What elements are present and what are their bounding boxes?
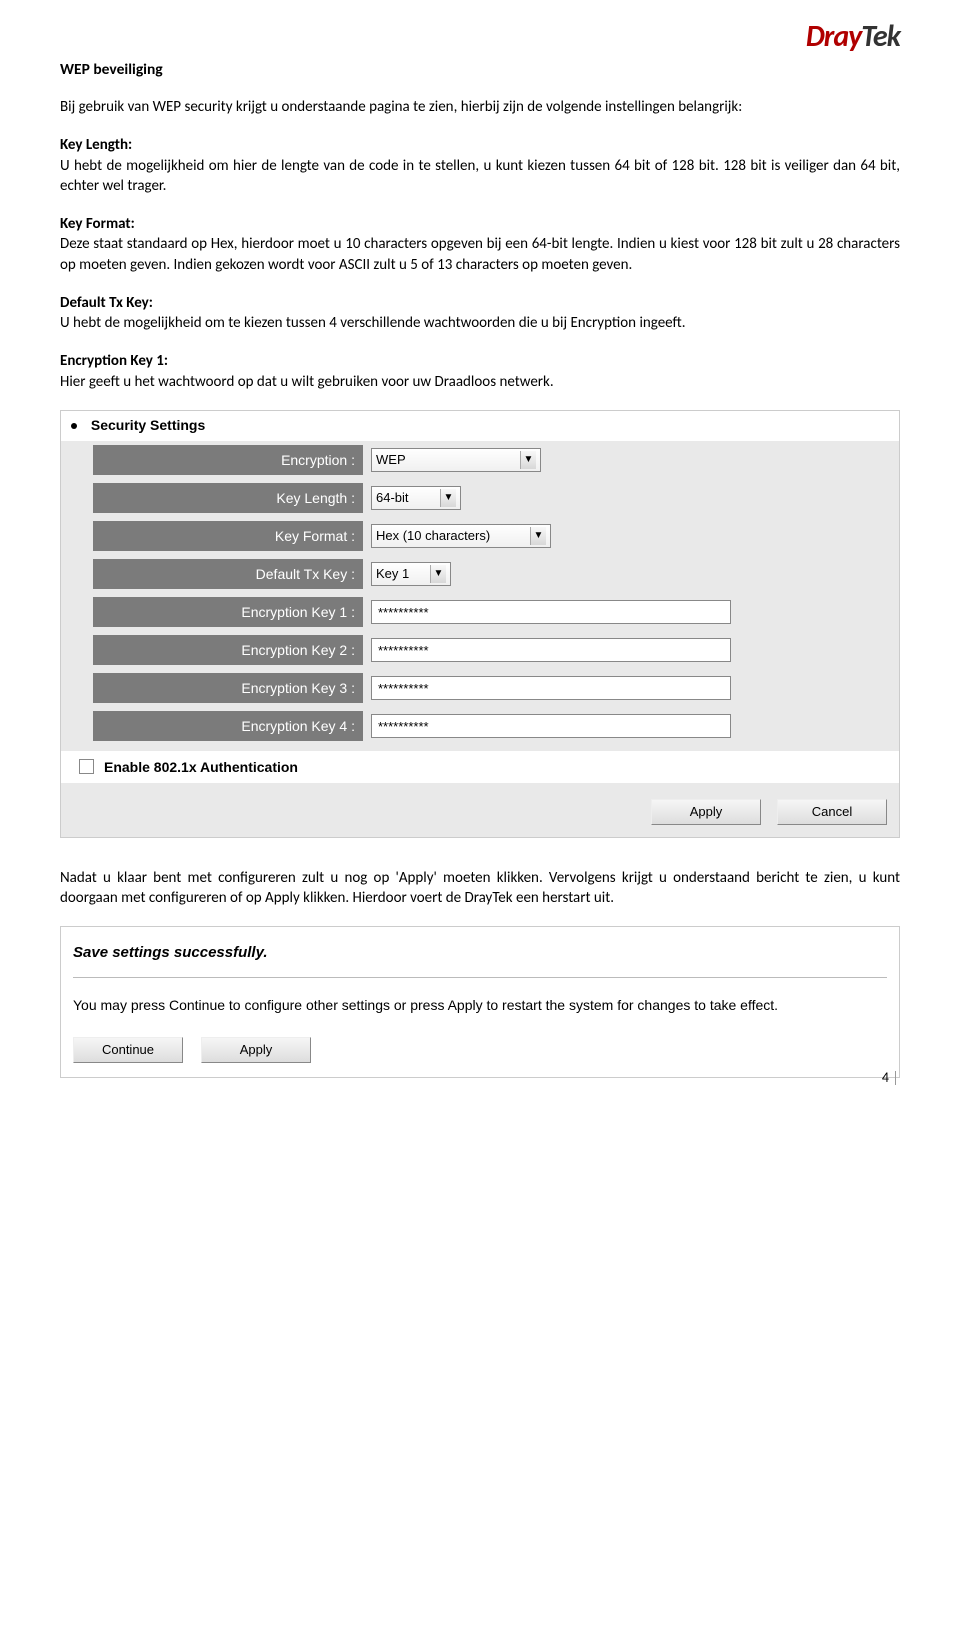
chevron-down-icon: ▼ xyxy=(520,451,536,469)
row-key-format: Key Format : Hex (10 characters) ▼ xyxy=(61,517,899,555)
select-default-tx-value: Key 1 xyxy=(376,566,409,581)
select-key-format[interactable]: Hex (10 characters) ▼ xyxy=(371,524,551,548)
label-enable-8021x: Enable 802.1x Authentication xyxy=(104,759,298,775)
save-button-row: Continue Apply xyxy=(73,1037,887,1063)
security-settings-header: Security Settings xyxy=(61,411,899,441)
row-enable-8021x: Enable 802.1x Authentication xyxy=(61,751,899,783)
checkbox-enable-8021x[interactable] xyxy=(79,759,94,774)
input-key2[interactable]: ********** xyxy=(371,638,731,662)
chevron-down-icon: ▼ xyxy=(440,489,456,507)
page-title: WEP beveiliging xyxy=(60,60,900,79)
key-format-text: Deze staat standaard op Hex, hierdoor mo… xyxy=(60,235,900,273)
key-length-section: Key Length: U hebt de mogelijkheid om hi… xyxy=(60,135,900,196)
security-settings-title: Security Settings xyxy=(91,417,205,433)
label-default-tx: Default Tx Key : xyxy=(93,559,363,589)
row-key-length: Key Length : 64-bit ▼ xyxy=(61,479,899,517)
key-length-text: U hebt de mogelijkheid om hier de lengte… xyxy=(60,157,900,195)
label-key1: Encryption Key 1 : xyxy=(93,597,363,627)
security-settings-panel: Security Settings Encryption : WEP ▼ Key… xyxy=(60,410,900,838)
bullet-icon xyxy=(71,423,77,429)
key-format-label: Key Format: xyxy=(60,215,135,233)
save-settings-title: Save settings successfully. xyxy=(73,941,887,965)
save-settings-text: You may press Continue to configure othe… xyxy=(73,994,887,1016)
apply-button[interactable]: Apply xyxy=(651,799,761,825)
encryption-key1-section: Encryption Key 1: Hier geeft u het wacht… xyxy=(60,351,900,392)
cancel-button[interactable]: Cancel xyxy=(777,799,887,825)
page-number-value: 4 xyxy=(882,1069,889,1086)
label-encryption: Encryption : xyxy=(93,445,363,475)
select-key-length[interactable]: 64-bit ▼ xyxy=(371,486,461,510)
default-tx-label: Default Tx Key: xyxy=(60,294,153,312)
label-key2: Encryption Key 2 : xyxy=(93,635,363,665)
settings-button-row: Apply Cancel xyxy=(61,793,899,827)
input-key4[interactable]: ********** xyxy=(371,714,731,738)
input-key3[interactable]: ********** xyxy=(371,676,731,700)
chevron-down-icon: ▼ xyxy=(430,565,446,583)
logo-part1: Dray xyxy=(806,18,861,55)
default-tx-section: Default Tx Key: U hebt de mogelijkheid o… xyxy=(60,293,900,334)
chevron-down-icon: ▼ xyxy=(530,527,546,545)
row-key2: Encryption Key 2 : ********** xyxy=(61,631,899,669)
label-key-length: Key Length : xyxy=(93,483,363,513)
encryption-key1-label: Encryption Key 1: xyxy=(60,352,168,370)
select-key-length-value: 64-bit xyxy=(376,490,409,505)
logo-part2: Tek xyxy=(861,18,900,55)
encryption-key1-text: Hier geeft u het wachtwoord op dat u wil… xyxy=(60,373,554,391)
select-encryption-value: WEP xyxy=(376,452,406,467)
label-key3: Encryption Key 3 : xyxy=(93,673,363,703)
intro-paragraph: Bij gebruik van WEP security krijgt u on… xyxy=(60,97,900,117)
key-length-label: Key Length: xyxy=(60,136,132,154)
row-default-tx: Default Tx Key : Key 1 ▼ xyxy=(61,555,899,593)
after-settings-text: Nadat u klaar bent met configureren zult… xyxy=(60,868,900,909)
continue-button[interactable]: Continue xyxy=(73,1037,183,1063)
page-number: 4 xyxy=(882,1069,900,1086)
page-number-bar xyxy=(895,1071,900,1085)
apply-button-2[interactable]: Apply xyxy=(201,1037,311,1063)
row-encryption: Encryption : WEP ▼ xyxy=(61,441,899,479)
label-key-format: Key Format : xyxy=(93,521,363,551)
default-tx-text: U hebt de mogelijkheid om te kiezen tuss… xyxy=(60,314,686,332)
select-encryption[interactable]: WEP ▼ xyxy=(371,448,541,472)
divider xyxy=(73,977,887,978)
input-key1[interactable]: ********** xyxy=(371,600,731,624)
row-key1: Encryption Key 1 : ********** xyxy=(61,593,899,631)
key-format-section: Key Format: Deze staat standaard op Hex,… xyxy=(60,214,900,275)
row-key3: Encryption Key 3 : ********** xyxy=(61,669,899,707)
save-settings-panel: Save settings successfully. You may pres… xyxy=(60,926,900,1077)
label-key4: Encryption Key 4 : xyxy=(93,711,363,741)
brand-logo: DrayTek xyxy=(806,18,900,55)
select-default-tx[interactable]: Key 1 ▼ xyxy=(371,562,451,586)
row-key4: Encryption Key 4 : ********** xyxy=(61,707,899,745)
select-key-format-value: Hex (10 characters) xyxy=(376,528,490,543)
